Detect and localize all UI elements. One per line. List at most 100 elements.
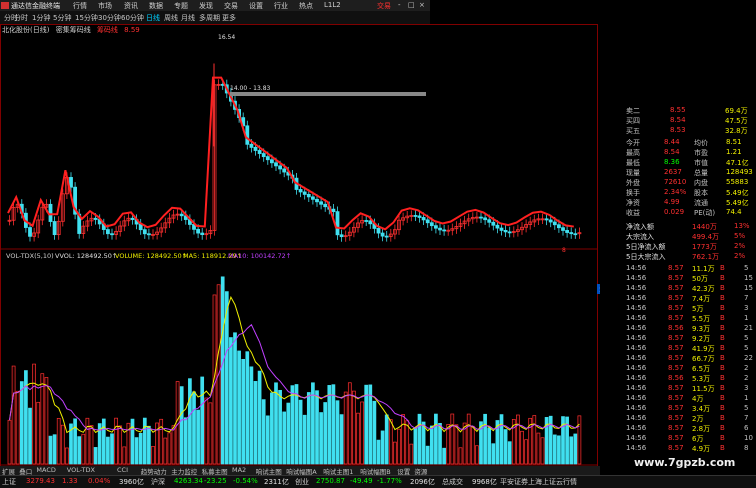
indicator-tab[interactable]: MACD	[36, 466, 55, 474]
candle-body	[364, 220, 369, 222]
sz-amount: 2311亿	[264, 478, 289, 486]
tick-volume: 5.3万	[692, 375, 711, 383]
tick-count: 5	[744, 264, 749, 272]
candle-body	[417, 215, 422, 218]
quote-stat-row: 今开 8.44 均价 8.51	[622, 138, 756, 148]
tick-volume: 41.9万	[692, 345, 715, 353]
candle-body	[499, 227, 504, 231]
candle-body	[442, 229, 447, 232]
candle-body	[483, 217, 488, 221]
menu-item[interactable]: 发现	[199, 1, 213, 11]
volume-bar	[290, 385, 295, 465]
volume-bar	[491, 443, 496, 465]
tick-side: B	[720, 324, 725, 332]
quote-stat-row: 最高 8.54 市盈 1.21	[622, 148, 756, 158]
volume-bar	[487, 427, 492, 465]
volume-bar	[183, 417, 188, 465]
quote-label: 买五	[626, 127, 640, 135]
tick-side: B	[720, 344, 725, 352]
period-tab-daily[interactable]: 日线	[146, 13, 160, 23]
candle-body	[298, 189, 303, 193]
tick-row: 14:56 8.57 5.5万 B 1	[622, 314, 756, 324]
menu-item[interactable]: 资讯	[124, 1, 138, 11]
tick-volume: 3.4万	[692, 405, 711, 413]
menu-item[interactable]: 数据	[149, 1, 163, 11]
volume-bar	[114, 417, 118, 465]
period-tab[interactable]: 周线	[164, 13, 178, 23]
period-tab[interactable]: 分时	[14, 13, 28, 23]
menu-item[interactable]: 市场	[98, 1, 112, 11]
status-bar: 上证 3279.43 1.33 0.04% 3960亿 沪深 4263.34 -…	[0, 475, 756, 488]
period-more[interactable]: 更多	[222, 13, 236, 23]
period-tab[interactable]: 多周期	[199, 13, 220, 23]
quote-stat-row: 现量 2637 总量 128493	[622, 168, 756, 178]
volume-bar	[241, 358, 246, 465]
volume-bar	[536, 432, 541, 465]
volume-bar	[397, 428, 401, 465]
period-tab[interactable]: 月线	[181, 13, 195, 23]
volume-bar	[208, 402, 213, 465]
tick-side: B	[720, 414, 725, 422]
menu-item[interactable]: 交易	[224, 1, 238, 11]
indicator-tab[interactable]: CCI	[117, 466, 128, 474]
menu-item[interactable]: 行业	[274, 1, 288, 11]
tick-volume: 2.8万	[692, 425, 711, 433]
cy-label[interactable]: 创业	[295, 477, 309, 487]
candle-body	[491, 221, 496, 226]
close-button[interactable]: ×	[419, 1, 425, 9]
volume-bar	[323, 402, 328, 465]
tick-price: 8.57	[668, 284, 684, 292]
menu-item[interactable]: 设置	[249, 1, 263, 11]
period-tab[interactable]: 60分钟	[121, 13, 144, 23]
candle-body	[507, 231, 512, 234]
volume-bar	[466, 413, 471, 465]
tick-time: 14:56	[626, 344, 647, 352]
candle-body	[93, 217, 98, 220]
flow-label: 5日大宗流入	[626, 253, 666, 261]
period-tab[interactable]: 1分钟	[32, 13, 50, 23]
period-tab[interactable]: 5分钟	[53, 13, 71, 23]
tick-volume: 9.3万	[692, 325, 711, 333]
indicator-tab[interactable]: MA2	[232, 466, 246, 474]
tick-time: 14:56	[626, 314, 647, 322]
minimize-button[interactable]: -	[398, 1, 401, 9]
sh-label[interactable]: 上证	[2, 477, 16, 487]
tick-volume: 5.5万	[692, 315, 711, 323]
tick-volume: 42.3万	[692, 285, 715, 293]
menu-item[interactable]: 热点	[299, 1, 313, 11]
menu-item[interactable]: 行情	[73, 1, 87, 11]
menu-item[interactable]: 专题	[174, 1, 188, 11]
candle-body	[548, 219, 553, 223]
period-tab[interactable]: 15分钟	[75, 13, 98, 23]
period-tab[interactable]: 30分钟	[98, 13, 121, 23]
quote-value: 0.029	[664, 208, 685, 216]
tick-volume: 9.2万	[692, 335, 711, 343]
quote-label-2: PE(动)	[694, 209, 716, 217]
quote-value: 2637	[664, 168, 682, 176]
volume-bar	[327, 385, 332, 465]
volume-bar	[7, 419, 12, 465]
current-volume: 13079	[599, 286, 600, 294]
volume-bar	[233, 332, 237, 465]
indicator-tab[interactable]: VOL-TDX	[67, 466, 95, 474]
ma10-line	[9, 323, 580, 431]
volume-bar	[73, 418, 77, 465]
kline-chart[interactable]: 13.0012.0011.0010.009.008.00 14000120001…	[0, 24, 600, 476]
volume-bar	[438, 422, 442, 465]
candle-body	[282, 168, 287, 173]
trade-link[interactable]: 交易	[377, 1, 391, 11]
quote-label: 最高	[626, 149, 640, 157]
candle-body	[487, 219, 492, 223]
sz-value: 4263.34	[174, 477, 203, 485]
volume-bar	[52, 434, 57, 465]
tick-price: 8.57	[668, 394, 684, 402]
candle-body	[339, 234, 344, 238]
sz-label[interactable]: 沪深	[151, 477, 165, 487]
indicator-tabbar: 扩展 叠口 MACD VOL-TDX CCI 趋势动力 主力监控 私募主图 MA2 响试主图 响试幅…	[0, 466, 600, 476]
tick-row: 14:56 8.57 11.5万 B 3	[622, 384, 756, 394]
menu-item[interactable]: L1L2	[324, 1, 341, 9]
volume-bar	[413, 427, 418, 465]
volume-bar	[401, 414, 405, 465]
maximize-button[interactable]: □	[408, 1, 415, 9]
tick-volume: 6万	[692, 435, 704, 443]
